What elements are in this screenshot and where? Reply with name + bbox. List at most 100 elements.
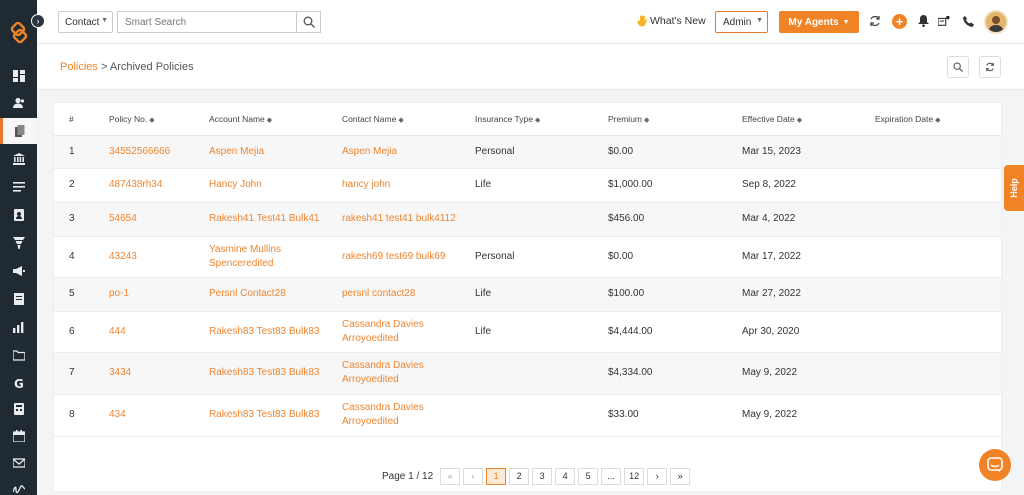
page-button-12[interactable]: 12	[624, 467, 645, 485]
contact-name-link[interactable]: hancy john	[327, 168, 460, 203]
folder-icon[interactable]	[0, 342, 37, 368]
phone-icon[interactable]	[962, 15, 974, 27]
main-content: Policies > Archived Policies # Policy No…	[37, 44, 1024, 495]
last-page-button[interactable]: »	[670, 467, 691, 485]
page-button-2[interactable]: 2	[509, 467, 530, 485]
column-header-premium[interactable]: Premium ◆	[593, 103, 727, 136]
user-avatar[interactable]	[984, 10, 1008, 34]
page-button-1[interactable]: 1	[486, 467, 507, 485]
breadcrumb-policies-link[interactable]: Policies	[60, 61, 98, 73]
account-name-link[interactable]: Hancy John	[194, 168, 327, 203]
page-button-3[interactable]: 3	[532, 467, 553, 485]
contact-name-link[interactable]: Cassandra Davies Arroyoedited	[327, 352, 460, 395]
page-title: Archived Policies	[109, 61, 194, 73]
contact-name-link[interactable]: persnl contact28	[327, 277, 460, 312]
expiration-date	[860, 352, 1001, 395]
bell-icon[interactable]	[917, 15, 929, 27]
column-header-policy-no[interactable]: Policy No. ◆	[94, 103, 194, 136]
calendar-icon[interactable]	[0, 423, 37, 449]
premium: $0.00	[593, 135, 727, 169]
contact-name-link[interactable]: rakesh41 test41 bulk4112	[327, 202, 460, 237]
pagination: Page 1 / 12 « ‹ 1 2 3 4 5 ... 12 › »	[382, 467, 691, 485]
contact-name-suffix: edited	[371, 374, 399, 385]
search-button[interactable]	[296, 11, 321, 33]
effective-date: May 9, 2022	[727, 352, 860, 395]
column-header-expiration-date[interactable]: Expiration Date ◆	[860, 103, 1001, 136]
account-name-link[interactable]: Rakesh83 Test83 Bulk83	[194, 352, 327, 395]
list-icon[interactable]	[0, 174, 37, 200]
search-scope-select[interactable]: Contact ▼	[58, 11, 113, 33]
expiration-date	[860, 311, 1001, 353]
column-header-insurance-type[interactable]: Insurance Type ◆	[460, 103, 593, 136]
bar-chart-icon[interactable]	[0, 314, 37, 340]
sync-icon[interactable]	[869, 15, 881, 27]
top-header: Contact ▼ What's New Admin ▼ My Agents ▼…	[37, 0, 1024, 44]
policy-number-link[interactable]: po-1	[94, 277, 194, 312]
expiration-date	[860, 168, 1001, 203]
dashboard-icon[interactable]	[0, 63, 37, 89]
account-name-link[interactable]: Rakesh83 Test83 Bulk83	[194, 394, 327, 437]
policy-number-link[interactable]: 434	[94, 394, 194, 437]
table-row: 1 34552566666 Aspen Mejia Aspen Mejia Pe…	[54, 135, 1001, 169]
whats-new-link[interactable]: What's New	[637, 15, 706, 27]
megaphone-icon[interactable]	[0, 258, 37, 284]
page-button-5[interactable]: 5	[578, 467, 599, 485]
my-agents-button[interactable]: My Agents ▼	[779, 11, 859, 33]
signature-icon[interactable]	[0, 476, 37, 495]
contact-name-link[interactable]: Aspen Mejia	[327, 135, 460, 169]
whats-new-label: What's New	[650, 15, 706, 27]
prev-page-button[interactable]: ‹	[463, 467, 484, 485]
account-name-link[interactable]: Rakesh41 Test41 Bulk41	[194, 202, 327, 237]
account-name-link[interactable]: Persnl Contact28	[194, 277, 327, 312]
app-logo-icon[interactable]	[8, 22, 30, 44]
policy-number-link[interactable]: 444	[94, 311, 194, 353]
account-name-link[interactable]: Yasmine Mullins Spenceredited	[194, 236, 327, 278]
contact-name-link[interactable]: rakesh69 test69 bulk69	[327, 236, 460, 278]
sidebar-toggle-button[interactable]: ›	[31, 14, 45, 28]
page-button-4[interactable]: 4	[555, 467, 576, 485]
contacts-icon[interactable]	[0, 90, 37, 116]
policy-number-link[interactable]: 54654	[94, 202, 194, 237]
column-header-effective-date[interactable]: Effective Date ◆	[727, 103, 860, 136]
help-tab[interactable]: Help	[1004, 165, 1024, 211]
sort-icon: ◆	[534, 116, 541, 124]
account-name-link[interactable]: Aspen Mejia	[194, 135, 327, 169]
next-page-button[interactable]: ›	[647, 467, 668, 485]
insurance-type	[460, 352, 593, 395]
funnel-icon[interactable]	[0, 230, 37, 256]
policy-number-link[interactable]: 3434	[94, 352, 194, 395]
refresh-button[interactable]	[979, 56, 1001, 78]
search-scope-value: Contact	[65, 17, 100, 28]
breadcrumb-separator: >	[100, 61, 108, 73]
smart-search-input[interactable]	[117, 11, 297, 33]
contact-name-link[interactable]: Cassandra Davies Arroyoedited	[327, 394, 460, 437]
calculator-icon[interactable]	[0, 396, 37, 422]
policy-number-link[interactable]: 34552566666	[94, 135, 194, 169]
document-icon[interactable]	[0, 286, 37, 312]
column-header-contact-name[interactable]: Contact Name ◆	[327, 103, 460, 136]
address-book-icon[interactable]	[0, 202, 37, 228]
policy-number-link[interactable]: 487438rh34	[94, 168, 194, 203]
row-number: 7	[54, 352, 94, 395]
policy-number-link[interactable]: 43243	[94, 236, 194, 278]
account-name-link[interactable]: Rakesh83 Test83 Bulk83	[194, 311, 327, 353]
help-label: Help	[1008, 178, 1019, 198]
first-page-button[interactable]: «	[440, 467, 461, 485]
chevron-down-icon: ▼	[101, 17, 108, 24]
insurance-type: Personal	[460, 135, 593, 169]
search-icon	[303, 16, 315, 28]
google-icon[interactable]: G	[0, 370, 37, 396]
role-select[interactable]: Admin ▼	[715, 11, 768, 33]
sort-icon: ◆	[149, 116, 155, 124]
table-row: 4 43243 Yasmine Mullins Spenceredited ra…	[54, 236, 1001, 278]
bank-icon[interactable]	[0, 146, 37, 172]
policies-icon[interactable]	[0, 118, 37, 144]
contact-name-link[interactable]: Cassandra Davies Arroyoedited	[327, 311, 460, 353]
email-icon[interactable]	[0, 450, 37, 476]
notifications-icon[interactable]	[938, 15, 950, 27]
chat-widget-button[interactable]	[979, 449, 1011, 481]
sidebar: G	[0, 0, 37, 495]
column-header-account-name[interactable]: Account Name ◆	[194, 103, 327, 136]
table-search-button[interactable]	[947, 56, 969, 78]
add-icon[interactable]: +	[892, 14, 907, 29]
